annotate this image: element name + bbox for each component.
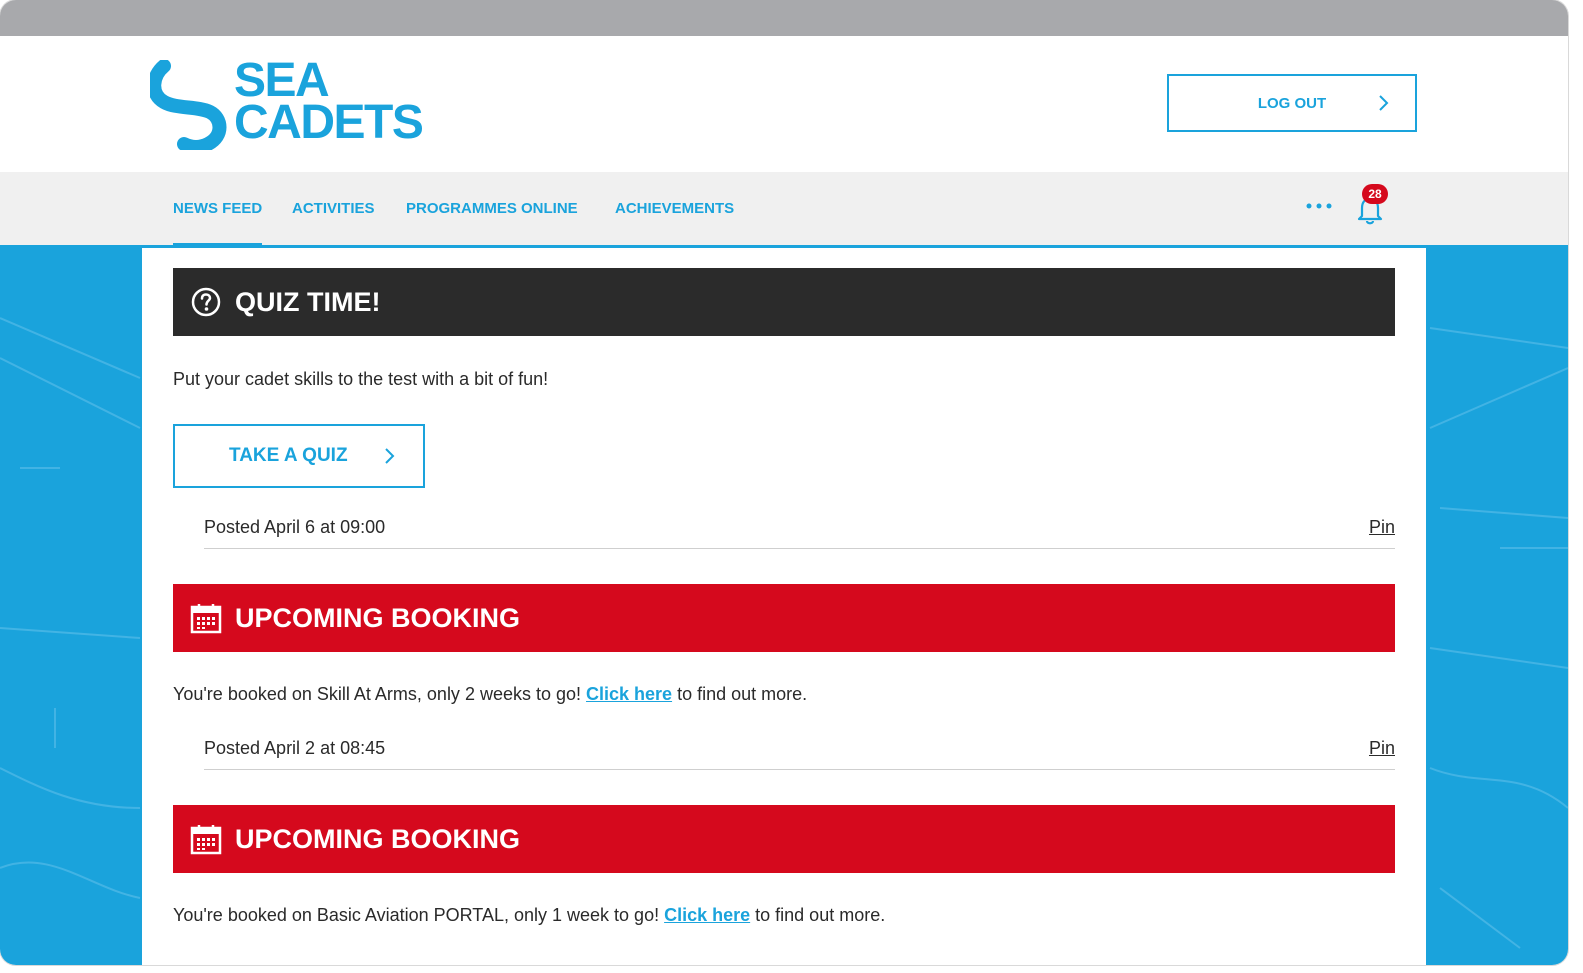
quiz-card-title: QUIZ TIME!	[235, 286, 381, 317]
logo-wordmark: SEA CADETS	[234, 57, 424, 149]
calendar-icon	[190, 604, 222, 634]
quiz-card-meta: Posted April 6 at 09:00 Pin	[204, 513, 1395, 549]
booking-text-after: to find out more.	[750, 905, 886, 925]
booking-card-text: You're booked on Basic Aviation PORTAL, …	[173, 905, 885, 926]
booking-card-title: UPCOMING BOOKING	[235, 602, 521, 633]
site-header: SEA CADETS LOG OUT	[0, 36, 1568, 172]
logo-wave-icon	[150, 60, 227, 150]
sea-cadets-logo[interactable]: SEA CADETS	[150, 57, 450, 150]
booking-card-header: UPCOMING BOOKING	[173, 584, 1395, 652]
log-out-label: LOG OUT	[1257, 94, 1327, 112]
booking-text-before: You're booked on Skill At Arms, only 2 w…	[173, 684, 587, 704]
quiz-card-header: QUIZ TIME!	[173, 268, 1395, 336]
logo-line-2: CADETS	[234, 96, 424, 149]
nav-item-activities[interactable]: ACTIVITIES	[292, 200, 375, 217]
more-options-icon[interactable]	[1304, 194, 1336, 218]
booking-card-meta: Posted April 2 at 08:45 Pin	[204, 734, 1395, 770]
take-a-quiz-button[interactable]: TAKE A QUIZ	[173, 424, 425, 488]
nav-item-achievements[interactable]: ACHIEVEMENTS	[615, 200, 734, 217]
pin-link[interactable]: Pin	[1369, 738, 1395, 759]
posted-timestamp: Posted April 2 at 08:45	[204, 738, 386, 758]
nav-item-news-feed[interactable]: NEWS FEED	[173, 200, 263, 248]
chevron-right-icon	[385, 448, 395, 464]
chevron-right-icon	[1379, 95, 1389, 111]
news-feed: QUIZ TIME! Put your cadet skills to the …	[142, 248, 1426, 965]
pin-link[interactable]: Pin	[1369, 517, 1395, 538]
booking-text-before: You're booked on Basic Aviation PORTAL, …	[173, 905, 665, 925]
main-nav: NEWS FEED ACTIVITIES PROGRAMMES ONLINE A…	[0, 172, 1568, 248]
window-top-bar	[0, 0, 1568, 36]
click-here-link[interactable]: Click here	[664, 905, 750, 925]
booking-card-header: UPCOMING BOOKING	[173, 805, 1395, 873]
nav-item-programmes-online[interactable]: PROGRAMMES ONLINE	[406, 200, 578, 217]
log-out-button[interactable]: LOG OUT	[1167, 74, 1417, 132]
click-here-link[interactable]: Click here	[586, 684, 672, 704]
app-frame: SEA CADETS LOG OUT NEWS FEED ACTIVITIES …	[0, 0, 1568, 965]
booking-card-text: You're booked on Skill At Arms, only 2 w…	[173, 684, 807, 705]
question-circle-icon	[191, 287, 221, 317]
posted-timestamp: Posted April 6 at 09:00	[204, 517, 386, 537]
calendar-icon	[190, 825, 222, 855]
booking-card-title: UPCOMING BOOKING	[235, 823, 521, 854]
quiz-card-text: Put your cadet skills to the test with a…	[173, 369, 549, 389]
take-a-quiz-label: TAKE A QUIZ	[229, 445, 348, 466]
notification-count-badge: 28	[1362, 184, 1388, 204]
booking-text-after: to find out more.	[672, 684, 808, 704]
